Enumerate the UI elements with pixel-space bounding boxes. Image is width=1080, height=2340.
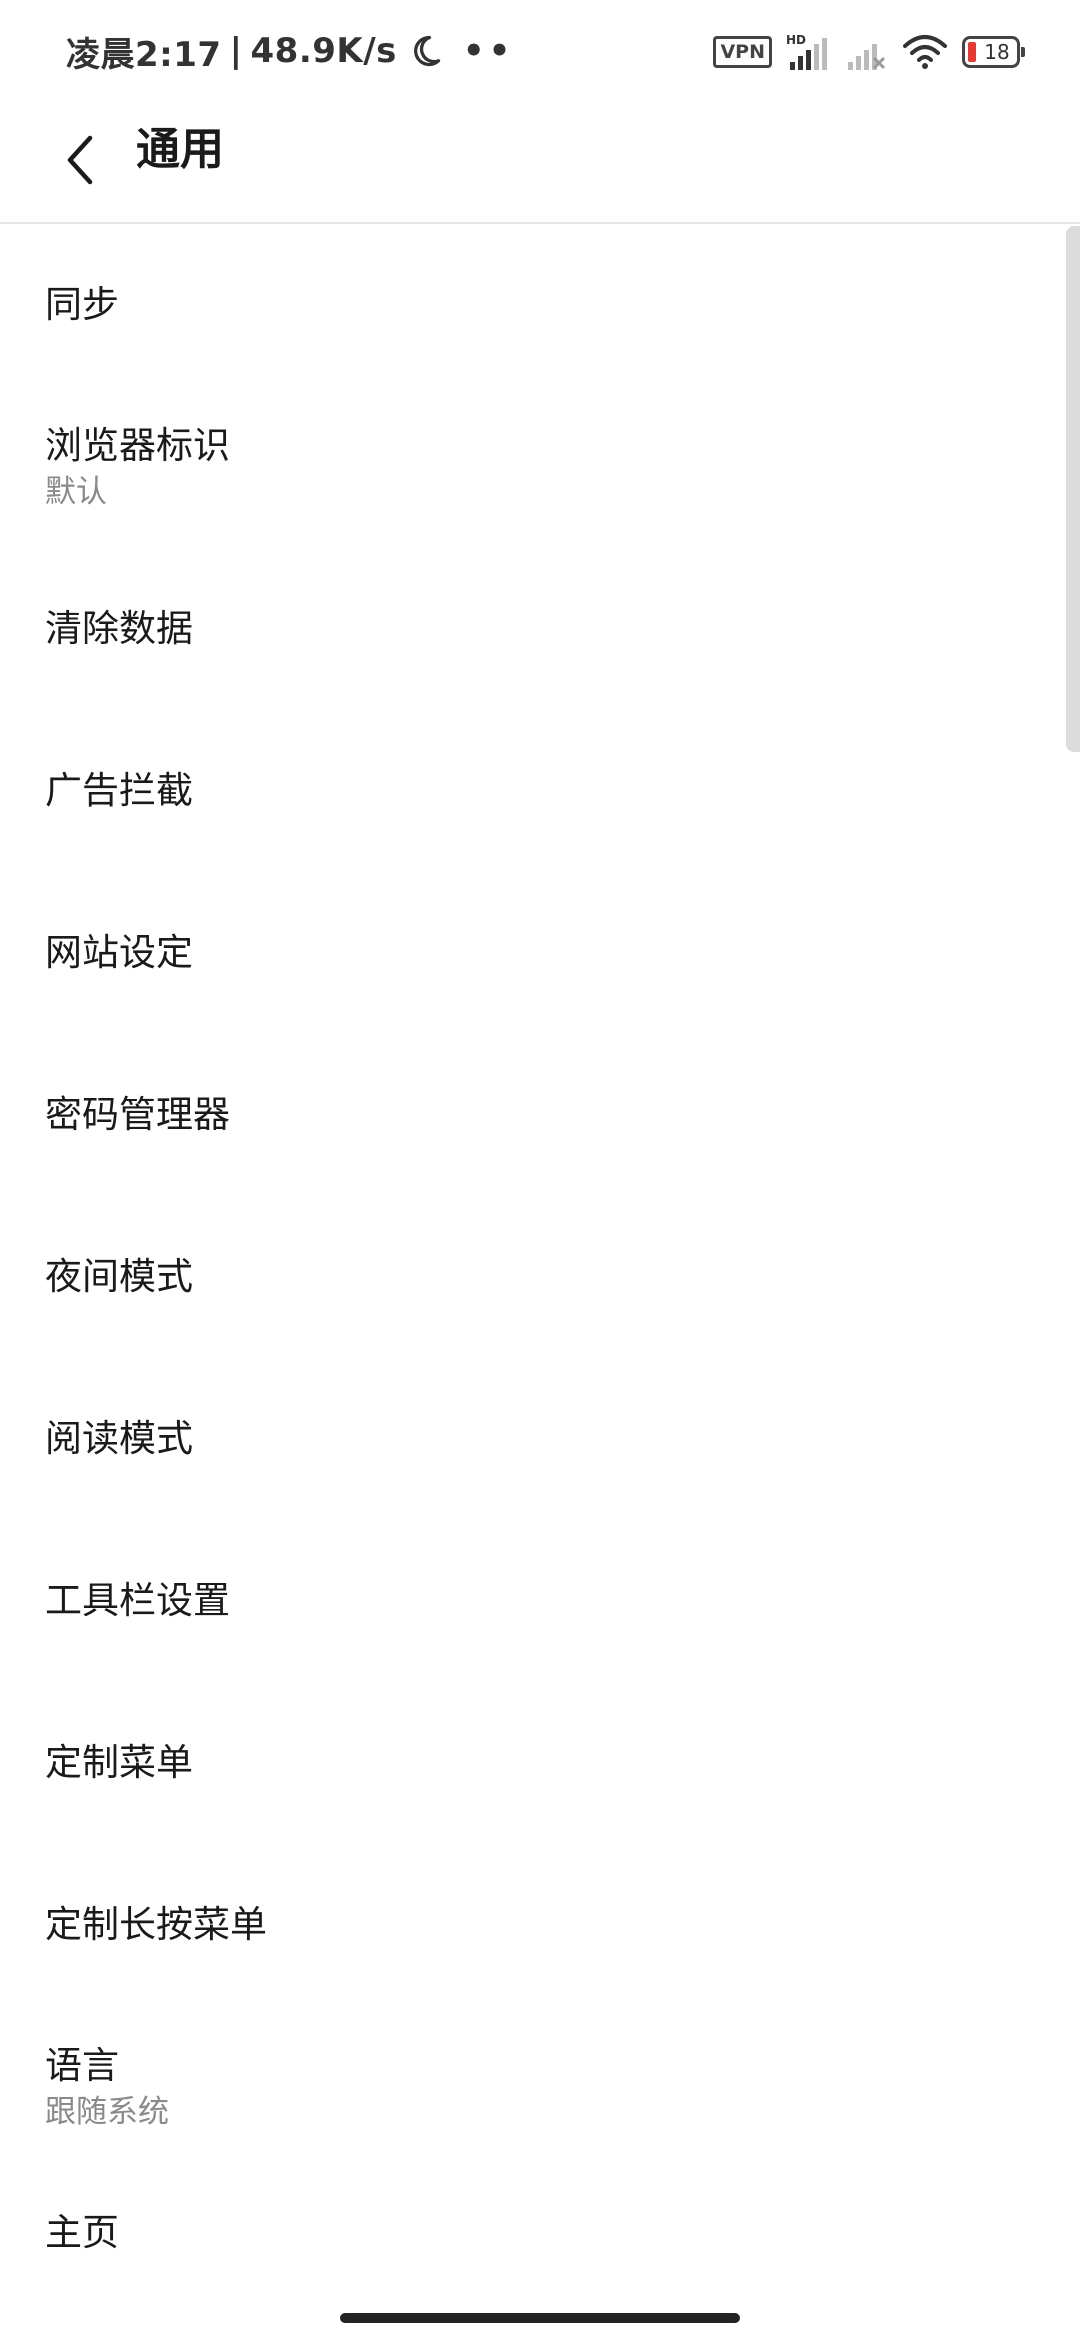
settings-item-label: 工具栏设置	[45, 1579, 230, 1622]
settings-item-label: 浏览器标识	[45, 424, 230, 467]
settings-list: 同步 浏览器标识 默认 清除数据 广告拦截 网站设定 密码管理器 夜间模式 阅读…	[0, 224, 1080, 2254]
settings-item-label: 定制长按菜单	[45, 1903, 267, 1946]
vpn-icon: VPN	[713, 36, 772, 68]
settings-item-label: 语言	[45, 2044, 119, 2087]
moon-icon	[413, 35, 441, 67]
app-bar: 通用	[0, 100, 1080, 224]
settings-item-clear-data[interactable]: 清除数据	[0, 548, 1080, 710]
settings-item-label: 清除数据	[45, 607, 193, 650]
settings-item-label: 阅读模式	[45, 1417, 193, 1460]
status-bar: 凌晨2:17 | 48.9K/s •• VPN HD 18	[0, 0, 1080, 100]
signal-hd-label: HD	[786, 33, 806, 47]
settings-item-label: 网站设定	[45, 931, 193, 974]
scrollbar[interactable]	[1066, 226, 1080, 752]
settings-item-label: 广告拦截	[45, 769, 193, 812]
settings-item-label: 夜间模式	[45, 1255, 193, 1298]
settings-item-homepage[interactable]: 主页	[0, 2168, 1080, 2254]
back-button[interactable]	[40, 120, 120, 200]
chevron-left-icon	[67, 135, 93, 185]
network-speed: 48.9K/s	[250, 31, 397, 71]
settings-item-site-settings[interactable]: 网站设定	[0, 872, 1080, 1034]
settings-item-ad-block[interactable]: 广告拦截	[0, 710, 1080, 872]
settings-item-value: 默认	[45, 474, 107, 510]
battery-icon: 18	[962, 36, 1025, 68]
page-title: 通用	[136, 124, 224, 175]
wifi-icon	[903, 35, 947, 69]
status-time: 凌晨2:17	[66, 34, 222, 75]
more-dots-icon: ••	[462, 31, 515, 71]
settings-item-language[interactable]: 语言 跟随系统	[0, 2006, 1080, 2168]
battery-fill	[968, 42, 976, 62]
settings-item-label: 主页	[45, 2211, 119, 2254]
settings-item-night-mode[interactable]: 夜间模式	[0, 1196, 1080, 1358]
settings-item-custom-long-press-menu[interactable]: 定制长按菜单	[0, 1844, 1080, 2006]
status-separator: |	[229, 31, 243, 71]
settings-item-toolbar-settings[interactable]: 工具栏设置	[0, 1520, 1080, 1682]
settings-item-user-agent[interactable]: 浏览器标识 默认	[0, 386, 1080, 548]
screen: 凌晨2:17 | 48.9K/s •• VPN HD 18 通用 同步 浏览器标…	[0, 0, 1080, 2340]
status-left: 凌晨2:17 | 48.9K/s ••	[66, 24, 514, 78]
signal-hd-icon: HD	[786, 33, 827, 70]
status-right: VPN HD 18	[713, 30, 1025, 74]
battery-level: 18	[984, 40, 1010, 64]
settings-item-label: 同步	[45, 283, 119, 326]
settings-item-value: 跟随系统	[45, 2094, 169, 2130]
settings-item-label: 定制菜单	[45, 1741, 193, 1784]
settings-item-sync[interactable]: 同步	[0, 224, 1080, 386]
settings-item-password-manager[interactable]: 密码管理器	[0, 1034, 1080, 1196]
settings-item-reading-mode[interactable]: 阅读模式	[0, 1358, 1080, 1520]
settings-item-custom-menu[interactable]: 定制菜单	[0, 1682, 1080, 1844]
signal-no-service-icon	[848, 44, 886, 70]
settings-item-label: 密码管理器	[45, 1093, 230, 1136]
home-indicator[interactable]	[340, 2313, 740, 2323]
